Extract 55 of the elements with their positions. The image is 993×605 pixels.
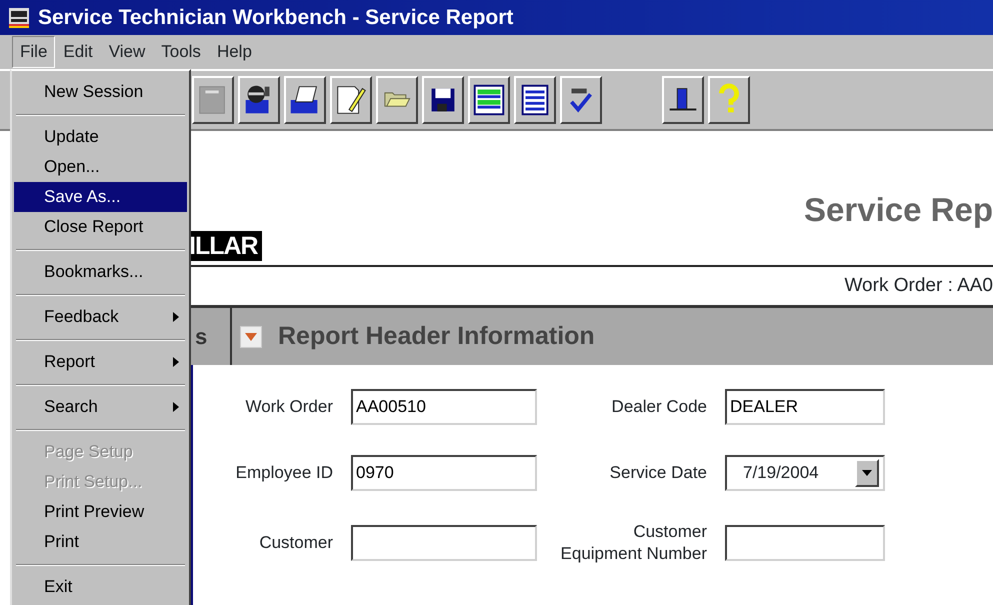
toolbar-button[interactable] bbox=[662, 76, 704, 124]
caret-down-icon bbox=[245, 332, 257, 340]
toolbar-button[interactable] bbox=[284, 76, 326, 124]
toolbar-button[interactable] bbox=[514, 76, 556, 124]
toolbar-button[interactable] bbox=[330, 76, 372, 124]
menu-item[interactable]: Search bbox=[14, 392, 187, 422]
input-field[interactable]: AA00510 bbox=[351, 389, 537, 425]
input-field[interactable]: 0970 bbox=[351, 455, 537, 491]
toolbar-button[interactable] bbox=[708, 76, 750, 124]
dropdown-value: 7/19/2004 bbox=[743, 462, 819, 484]
menu-item[interactable]: Report bbox=[14, 347, 187, 377]
field-label: Employee ID bbox=[234, 462, 333, 484]
menu-item[interactable]: Update bbox=[14, 122, 187, 152]
toolbar-button[interactable] bbox=[422, 76, 464, 124]
work-order-label: Work Order : AA0 bbox=[844, 274, 993, 298]
menu-item[interactable]: File bbox=[12, 36, 56, 68]
menu-item[interactable]: Print bbox=[14, 527, 187, 557]
menu-item[interactable]: Bookmarks... bbox=[14, 257, 187, 287]
section-title: Report Header Information bbox=[278, 320, 595, 352]
caret-down-icon bbox=[862, 470, 872, 476]
submenu-arrow-icon bbox=[173, 312, 179, 322]
toolbar-button[interactable] bbox=[238, 76, 280, 124]
input-field[interactable] bbox=[351, 525, 537, 561]
menu-item[interactable]: Save As... bbox=[14, 182, 187, 212]
toolbar-button[interactable] bbox=[560, 76, 602, 124]
app-icon bbox=[8, 6, 30, 28]
field-label: Dealer Code bbox=[610, 396, 707, 418]
menu-item[interactable]: Edit bbox=[55, 36, 101, 68]
menu-item[interactable]: New Session bbox=[14, 77, 187, 107]
toolbar-button[interactable] bbox=[192, 76, 234, 124]
input-field[interactable] bbox=[725, 525, 885, 561]
open-folder-icon bbox=[382, 91, 412, 109]
date-dropdown[interactable]: 7/19/2004 bbox=[725, 455, 885, 491]
window-title: Service Technician Workbench - Service Report bbox=[38, 4, 514, 31]
field-label: Service Date bbox=[608, 462, 707, 484]
menu-item[interactable]: Tools bbox=[153, 36, 209, 68]
menu-item[interactable]: Close Report bbox=[14, 212, 187, 242]
side-tab-label: s bbox=[195, 323, 208, 351]
field-label: Work Order bbox=[244, 396, 333, 418]
menu-item[interactable]: Print Preview bbox=[14, 497, 187, 527]
menu-item[interactable]: Feedback bbox=[14, 302, 187, 332]
field-label: Customer Equipment Number bbox=[560, 521, 707, 565]
menu-item[interactable]: View bbox=[100, 36, 154, 68]
expand-toggle[interactable] bbox=[240, 326, 262, 348]
menu-item[interactable]: Help bbox=[208, 36, 260, 68]
toolbar-button[interactable] bbox=[468, 76, 510, 124]
submenu-arrow-icon bbox=[173, 402, 179, 412]
submenu-arrow-icon bbox=[173, 357, 179, 367]
dropdown-button[interactable] bbox=[855, 459, 879, 487]
menu-item[interactable]: Open... bbox=[14, 152, 187, 182]
menu-item[interactable]: Exit bbox=[14, 572, 187, 602]
report-title: Service Rep bbox=[804, 190, 993, 230]
field-label: Customer bbox=[258, 532, 333, 554]
input-field[interactable]: DEALER bbox=[725, 389, 885, 425]
toolbar-button[interactable] bbox=[376, 76, 418, 124]
